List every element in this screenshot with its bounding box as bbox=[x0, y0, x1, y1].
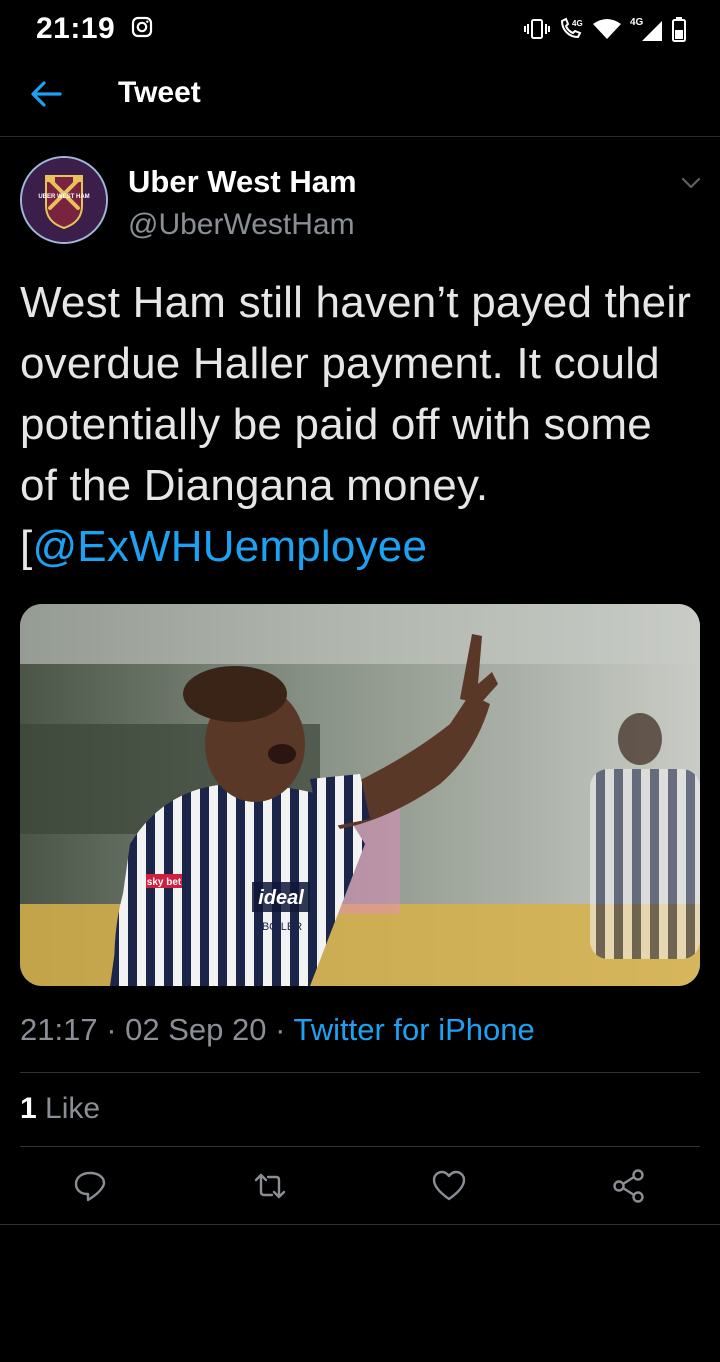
shirt-sponsor-subtext: BOILER bbox=[262, 921, 302, 933]
football-player-photo: ideal BOILER sky bet bbox=[20, 604, 700, 986]
vibrate-icon bbox=[524, 19, 550, 39]
tweet-media-image[interactable]: ideal BOILER sky bet bbox=[20, 604, 700, 986]
tweet-actions bbox=[0, 1160, 720, 1216]
divider bbox=[20, 1146, 700, 1147]
divider bbox=[0, 1224, 720, 1225]
status-icons: 4G 4G bbox=[524, 12, 686, 46]
battery-icon bbox=[672, 17, 686, 42]
author-name[interactable]: Uber West Ham bbox=[128, 164, 357, 200]
sleeve-sponsor-text: sky bet bbox=[147, 877, 182, 888]
like-icon[interactable] bbox=[431, 1168, 467, 1204]
likes-number: 1 bbox=[20, 1092, 37, 1125]
volte-call-icon: 4G bbox=[560, 17, 583, 39]
page-title: Tweet bbox=[118, 76, 201, 109]
author-handle[interactable]: @UberWestHam bbox=[128, 208, 355, 242]
chevron-down-icon[interactable] bbox=[678, 170, 704, 196]
header: Tweet bbox=[0, 56, 720, 137]
tweet-source-link[interactable]: Twitter for iPhone bbox=[294, 1012, 535, 1047]
retweet-icon[interactable] bbox=[252, 1168, 288, 1204]
west-ham-crest-icon: UBER WEST HAM bbox=[22, 158, 106, 242]
meta-separator: · bbox=[266, 1012, 294, 1047]
signal-network-label: 4G bbox=[630, 17, 644, 28]
share-icon[interactable] bbox=[611, 1168, 647, 1204]
reply-icon[interactable] bbox=[72, 1168, 108, 1204]
likes-label: Like bbox=[36, 1092, 101, 1125]
tweet-time: 21:17 bbox=[20, 1012, 98, 1047]
shirt-sponsor-text: ideal bbox=[258, 887, 304, 909]
status-bar: 21:19 4G 4G bbox=[0, 0, 720, 56]
mention-link[interactable]: @ExWHUemployee bbox=[32, 522, 427, 571]
divider bbox=[20, 1072, 700, 1073]
arrow-left-icon[interactable] bbox=[28, 76, 64, 112]
meta-separator: · bbox=[97, 1012, 126, 1047]
tweet-text: West Ham still haven’t payed their overd… bbox=[20, 272, 700, 577]
tweet-meta: 21:17 · 02 Sep 20 · Twitter for iPhone bbox=[20, 1012, 535, 1048]
wifi-icon bbox=[593, 19, 621, 39]
status-time: 21:19 bbox=[36, 12, 116, 45]
avatar[interactable]: UBER WEST HAM bbox=[20, 156, 108, 244]
likes-count[interactable]: 1 Like bbox=[20, 1092, 100, 1126]
avatar-text: UBER WEST HAM bbox=[38, 194, 89, 200]
instagram-icon bbox=[131, 16, 153, 38]
4g-signal-icon: 4G bbox=[630, 17, 662, 41]
volte-label: 4G bbox=[572, 19, 583, 28]
tweet-date: 02 Sep 20 bbox=[125, 1012, 267, 1047]
